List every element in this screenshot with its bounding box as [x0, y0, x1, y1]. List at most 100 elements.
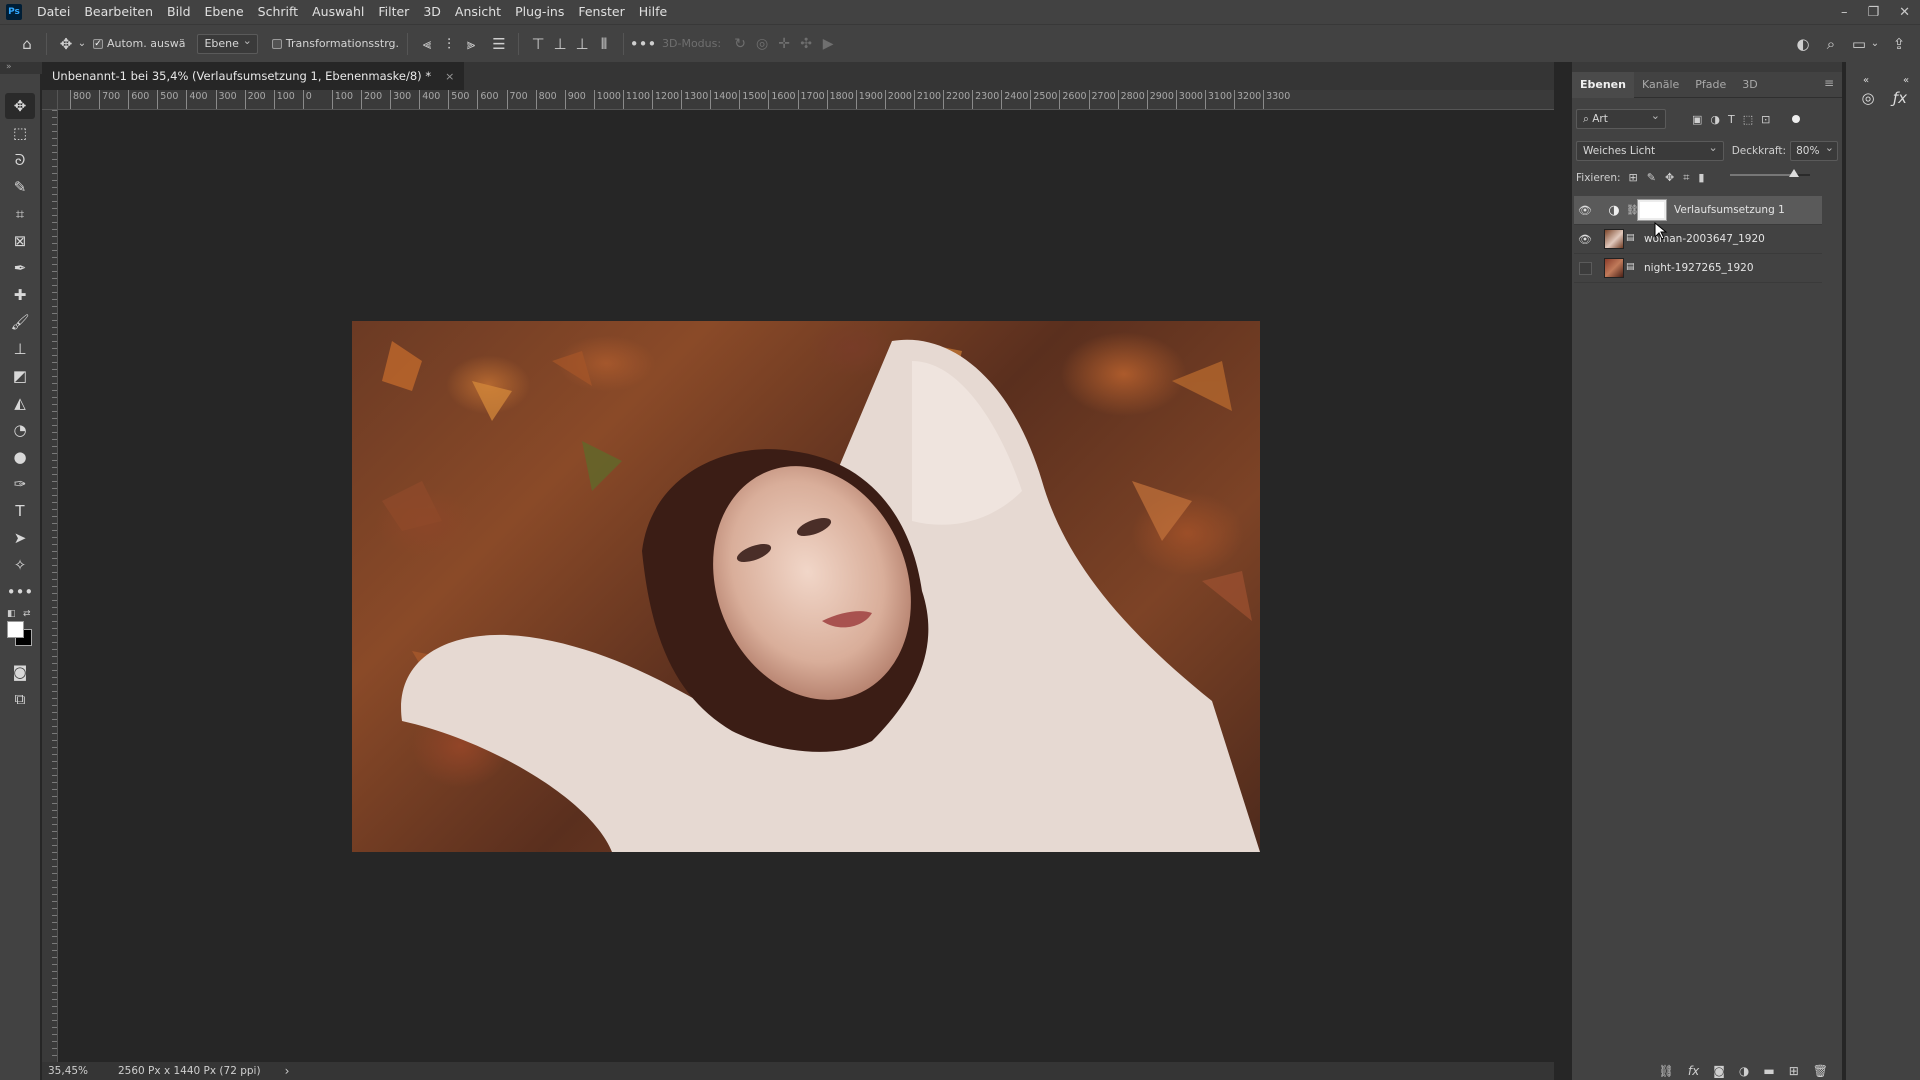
lasso-tool-icon[interactable]: ᘐ [5, 147, 35, 173]
chevron-down-icon[interactable]: ⌄ [1870, 33, 1880, 55]
lock-position-icon[interactable]: ✥ [1665, 171, 1674, 185]
distribute-icon[interactable]: ☰ [488, 33, 510, 55]
align-center-h-icon[interactable]: ⫶ [438, 33, 460, 55]
document-image[interactable] [352, 321, 1260, 852]
checkbox-checked-icon[interactable]: ✓ [93, 38, 103, 49]
align-middle-v-icon[interactable]: ⊥ [549, 33, 571, 55]
minimize-button[interactable]: – [1841, 5, 1848, 20]
adjustments-panel-icon[interactable]: ◎ [1854, 84, 1882, 112]
new-group-icon[interactable]: ▬ [1763, 1064, 1774, 1078]
menu-plug-ins[interactable]: Plug-ins [508, 0, 571, 24]
menu-auswahl[interactable]: Auswahl [305, 0, 371, 24]
paint-bucket-tool-icon[interactable]: ◭ [5, 390, 35, 416]
lock-pixels-icon[interactable]: ✎ [1647, 171, 1656, 185]
photoshop-logo[interactable]: Ps [6, 4, 22, 20]
transform-controls-checkbox[interactable]: Transformationsstrg. [271, 37, 399, 50]
more-tools-icon[interactable]: ••• [5, 579, 35, 605]
frame-tool-icon[interactable]: ⊠ [5, 228, 35, 254]
more-options-icon[interactable]: ••• [630, 33, 657, 55]
menu-bearbeiten[interactable]: Bearbeiten [77, 0, 160, 24]
menu-datei[interactable]: Datei [30, 0, 77, 24]
properties-panel-icon[interactable]: ƒx [1886, 84, 1914, 112]
adjustment-filter-icon[interactable]: ◑ [1710, 113, 1720, 126]
status-menu-icon[interactable]: › [285, 1064, 290, 1078]
quick-mask-icon[interactable]: ◙ [5, 659, 35, 685]
swap-colors-icon[interactable]: ⇄ [23, 609, 31, 619]
home-icon[interactable]: ⌂ [16, 33, 38, 55]
tab-3d[interactable]: 3D [1734, 72, 1765, 98]
tab-kanaele[interactable]: Kanäle [1634, 72, 1687, 98]
default-colors-icon[interactable]: ◧ [7, 609, 16, 619]
type-tool-icon[interactable]: T [5, 498, 35, 524]
visibility-eye-icon[interactable]: 👁 [1574, 225, 1596, 254]
layer-row-night[interactable]: ▤ night-1927265_1920 [1574, 254, 1822, 283]
menu-filter[interactable]: Filter [371, 0, 416, 24]
search-icon[interactable]: ⌕ [1820, 33, 1842, 55]
layer-name[interactable]: Verlaufsumsetzung 1 [1674, 204, 1785, 216]
pixel-filter-icon[interactable]: ▣ [1692, 113, 1702, 126]
clone-stamp-tool-icon[interactable]: ⊥ [5, 336, 35, 362]
layer-thumbnail[interactable] [1604, 258, 1624, 278]
opacity-slider-thumb[interactable] [1789, 169, 1799, 177]
auto-select-target-dropdown[interactable]: Ebene [197, 32, 258, 54]
layer-thumbnail[interactable] [1604, 229, 1624, 249]
panel-menu-icon[interactable]: ≡ [1824, 76, 1834, 90]
tab-pfade[interactable]: Pfade [1687, 72, 1734, 98]
brush-tool-icon[interactable]: 🖌 [5, 309, 35, 335]
ruler-origin[interactable] [42, 90, 58, 110]
layer-row-woman[interactable]: 👁 ▤ woman-2003647_1920 [1574, 225, 1822, 254]
lock-artboard-icon[interactable]: ⌗ [1683, 171, 1689, 185]
share-icon[interactable]: ⇪ [1888, 33, 1910, 55]
horizontal-ruler[interactable]: 800 700 600 500 400 300 200 100 0 100 200 300 400 500… [58, 90, 1554, 110]
shape-tool-icon[interactable]: ✧ [5, 552, 35, 578]
lock-all-icon[interactable]: ▮ [1698, 171, 1704, 185]
opacity-input[interactable]: 80% [1790, 139, 1838, 161]
move-tool-icon[interactable]: ✥ [55, 33, 77, 55]
link-layers-icon[interactable]: ⛓ [1659, 1064, 1674, 1078]
menu-fenster[interactable]: Fenster [571, 0, 631, 24]
document-tab[interactable]: Unbenannt-1 bei 35,4% (Verlaufsumsetzung… [42, 62, 465, 90]
toolbar-collapse-icon[interactable]: » [0, 62, 48, 74]
marquee-tool-icon[interactable]: ⬚ [5, 120, 35, 146]
pen-tool-icon[interactable]: ✑ [5, 471, 35, 497]
canvas-area[interactable] [58, 110, 1554, 1062]
screen-mode-icon[interactable]: ⧉ [5, 686, 35, 712]
eyedropper-tool-icon[interactable]: ✒ [5, 255, 35, 281]
close-tab-icon[interactable]: × [445, 70, 454, 83]
menu-schrift[interactable]: Schrift [251, 0, 305, 24]
menu-3d[interactable]: 3D [416, 0, 448, 24]
foreground-color-swatch[interactable] [7, 621, 24, 638]
menu-ansicht[interactable]: Ansicht [448, 0, 508, 24]
path-selection-tool-icon[interactable]: ➤ [5, 525, 35, 551]
tab-ebenen[interactable]: Ebenen [1572, 71, 1634, 98]
align-bottom-icon[interactable]: ⊥ [571, 33, 593, 55]
lock-transparency-icon[interactable]: ⊞ [1629, 171, 1638, 185]
auto-select-checkbox[interactable]: ✓ Autom. auswä [93, 37, 185, 50]
blend-mode-dropdown[interactable]: Weiches Licht [1576, 139, 1724, 161]
crop-tool-icon[interactable]: ⌗ [5, 201, 35, 227]
vertical-ruler[interactable] [42, 110, 58, 1062]
layer-row-verlaufsumsetzung[interactable]: 👁 ◑ ⛓ Verlaufsumsetzung 1 [1574, 196, 1822, 225]
gradient-map-adjustment-icon[interactable]: ◑ [1604, 200, 1624, 220]
smart-object-filter-icon[interactable]: ⊡ [1761, 113, 1770, 126]
smudge-tool-icon[interactable]: ● [5, 444, 35, 470]
zoom-level[interactable]: 35,45% [48, 1065, 110, 1077]
document-size-info[interactable]: 2560 Px x 1440 Px (72 ppi) [118, 1065, 261, 1077]
layer-name[interactable]: night-1927265_1920 [1644, 262, 1754, 274]
chevron-down-icon[interactable]: ⌄ [77, 33, 87, 55]
align-right-icon[interactable]: ⫸ [460, 33, 482, 55]
workspace-icon[interactable]: ▭ [1848, 33, 1870, 55]
visibility-toggle-off[interactable] [1574, 254, 1596, 283]
align-top-icon[interactable]: ⊤ [527, 33, 549, 55]
eraser-tool-icon[interactable]: ◩ [5, 363, 35, 389]
align-left-icon[interactable]: ⫷ [416, 33, 438, 55]
new-layer-icon[interactable]: ⊞ [1789, 1064, 1799, 1078]
quick-selection-tool-icon[interactable]: ✎ [5, 174, 35, 200]
healing-brush-tool-icon[interactable]: ✚ [5, 282, 35, 308]
restore-button[interactable]: ❐ [1867, 5, 1879, 20]
learn-icon[interactable]: ◐ [1792, 33, 1814, 55]
new-adjustment-icon[interactable]: ◑ [1739, 1064, 1749, 1078]
menu-bild[interactable]: Bild [160, 0, 197, 24]
shape-filter-icon[interactable]: ⬚ [1743, 113, 1753, 126]
distribute-vertical-icon[interactable]: ⫴ [593, 33, 615, 55]
